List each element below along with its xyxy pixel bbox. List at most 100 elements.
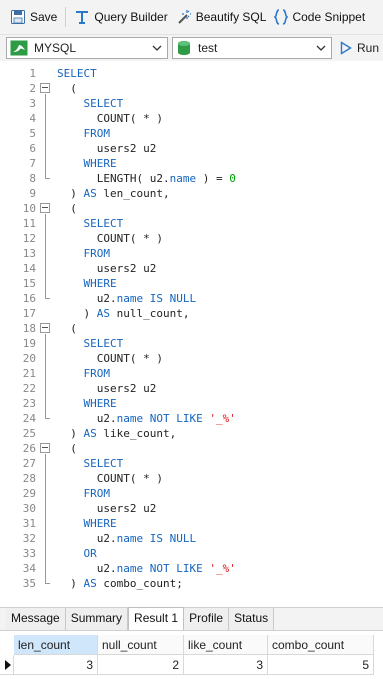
tab-status[interactable]: Status (229, 608, 275, 630)
sql-keyword: WHERE (83, 157, 117, 170)
sql-text: like_count, (96, 427, 177, 440)
column-header[interactable]: len_count (14, 635, 98, 655)
line-number: 20 (22, 352, 36, 365)
code-text: ( (57, 81, 77, 96)
collapse-toggle-icon[interactable] (40, 443, 50, 453)
fold-guide (45, 471, 46, 486)
code-text: WHERE (57, 396, 117, 411)
database-icon (178, 41, 190, 55)
code-snippet-button[interactable]: Code Snippet (270, 5, 369, 29)
sql-text: ) (57, 187, 84, 200)
line-number: 23 (22, 397, 36, 410)
sql-text: COUNT( * ) (57, 232, 163, 245)
sql-text: len_count, (96, 187, 170, 200)
fold-guide (45, 456, 46, 471)
code-line: 20 COUNT( * ) (0, 351, 383, 366)
tab-message[interactable]: Message (6, 608, 66, 630)
code-line: 21 FROM (0, 366, 383, 381)
line-number: 27 (22, 457, 36, 470)
code-line: 26 ( (0, 441, 383, 456)
sql-text: ) (57, 427, 84, 440)
sql-text: ( (57, 202, 77, 215)
line-number: 24 (22, 412, 36, 425)
sql-keyword: SELECT (83, 337, 124, 350)
code-line: 7 WHERE (0, 156, 383, 171)
line-number: 6 (29, 142, 36, 155)
line-number: 22 (22, 382, 36, 395)
table-cell[interactable]: 2 (98, 655, 184, 675)
column-header[interactable]: like_count (184, 635, 268, 655)
collapse-toggle-icon[interactable] (40, 323, 50, 333)
tab-profile[interactable]: Profile (184, 608, 230, 630)
beautify-sql-label: Beautify SQL (195, 10, 267, 24)
magic-wand-icon (178, 10, 191, 24)
column-header[interactable]: combo_count (268, 635, 374, 655)
code-line: 4 COUNT( * ) (0, 111, 383, 126)
connection-select[interactable]: MYSQL (6, 37, 168, 59)
fold-guide (45, 366, 46, 381)
code-text: FROM (57, 486, 111, 501)
code-line: 3 SELECT (0, 96, 383, 111)
code-text: LENGTH( u2.name ) = 0 (57, 171, 236, 186)
line-number: 11 (22, 217, 36, 230)
run-label: Run (357, 41, 380, 55)
database-select[interactable]: test (172, 37, 332, 59)
fold-guide (45, 246, 46, 261)
sql-string: '_%' (209, 562, 236, 575)
sql-keyword: AS (83, 577, 97, 590)
line-number: 4 (29, 112, 36, 125)
beautify-sql-button[interactable]: Beautify SQL (172, 5, 271, 29)
line-number: 1 (29, 67, 36, 80)
table-row[interactable]: 3235 (14, 655, 374, 675)
code-line: 6 users2 u2 (0, 141, 383, 156)
code-line: 1 SELECT (0, 66, 383, 81)
result-grid[interactable]: len_count null_count like_count combo_count… (0, 633, 383, 679)
code-line: 34 u2.name NOT LIKE '_%' (0, 561, 383, 576)
code-text: ( (57, 441, 77, 456)
sql-keyword: AS (83, 187, 97, 200)
sql-keyword: AS (83, 427, 97, 440)
main-toolbar: Save Query Builder Beautify SQL Code Sni… (0, 0, 383, 35)
fold-guide (45, 126, 46, 141)
fold-guide (45, 276, 46, 291)
line-number: 25 (22, 427, 36, 440)
tab-summary[interactable]: Summary (65, 608, 129, 630)
code-text: users2 u2 (57, 261, 157, 276)
chevron-down-icon (316, 45, 326, 51)
column-header[interactable]: null_count (98, 635, 184, 655)
run-button[interactable]: Run (340, 41, 379, 55)
sql-editor[interactable]: 1 SELECT 2 (3 SELECT 4 COUNT( * ) 5 FROM 6 us… (0, 63, 383, 603)
tab-result-1[interactable]: Result 1 (128, 607, 185, 630)
sql-keyword: FROM (83, 127, 111, 140)
code-text: SELECT (57, 66, 97, 81)
fold-guide (45, 583, 50, 584)
sql-text: u2. (57, 412, 117, 425)
code-line: 29 FROM (0, 486, 383, 501)
table-cell[interactable]: 3 (14, 655, 98, 675)
code-line: 31 WHERE (0, 516, 383, 531)
line-number: 21 (22, 367, 36, 380)
sql-keyword: FROM (83, 487, 111, 500)
query-builder-button[interactable]: Query Builder (70, 5, 171, 29)
collapse-toggle-icon[interactable] (40, 203, 50, 213)
code-line: 14 users2 u2 (0, 261, 383, 276)
save-button[interactable]: Save (6, 5, 61, 29)
collapse-toggle-icon[interactable] (40, 83, 50, 93)
code-line: 33 OR (0, 546, 383, 561)
code-line: 2 ( (0, 81, 383, 96)
table-cell[interactable]: 3 (184, 655, 268, 675)
fold-guide (45, 561, 46, 576)
line-number: 15 (22, 277, 36, 290)
code-line: 27 SELECT (0, 456, 383, 471)
table-cell[interactable]: 5 (268, 655, 374, 675)
fold-guide (45, 261, 46, 276)
